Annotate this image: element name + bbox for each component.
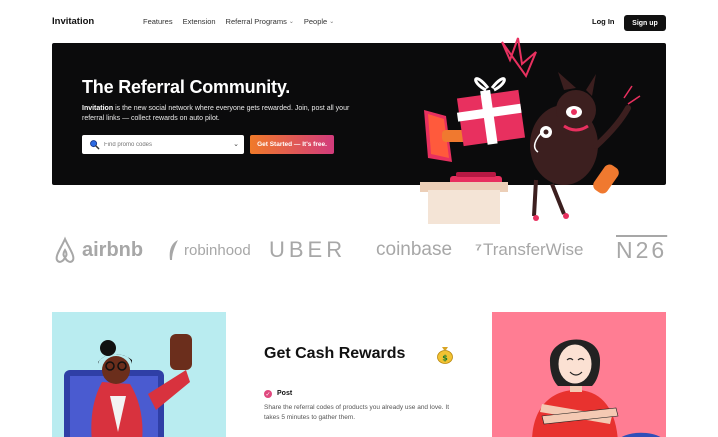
logo-coinbase: coinbase: [376, 232, 452, 268]
chevron-down-icon: ⌄: [288, 19, 294, 25]
gift-icon: [456, 77, 526, 147]
logo-label: robinhood: [184, 241, 251, 259]
hero-illustration: [420, 37, 641, 224]
feature-label: Post: [277, 390, 293, 397]
logo-label: airbnb: [82, 238, 144, 261]
nav-link-extension[interactable]: Extension: [183, 17, 216, 26]
signup-button[interactable]: Sign up: [624, 15, 666, 31]
login-link[interactable]: Log In: [592, 17, 615, 26]
transferwise-icon: ⁷: [475, 240, 483, 259]
chevron-down-icon[interactable]: ⌄: [233, 140, 239, 148]
brand-logo[interactable]: Invitation: [52, 16, 94, 27]
hero-title: The Referral Community.: [82, 77, 291, 97]
illustration-card-right: [492, 312, 666, 437]
logo-label: coinbase: [376, 239, 453, 260]
cat-illustration: [530, 72, 641, 221]
logo-transferwise: ⁷ TransferWise: [475, 232, 583, 268]
logo-label: N26: [616, 236, 668, 263]
woman-illustration: [532, 339, 661, 437]
person-illustration: [64, 334, 192, 437]
airbnb-icon: [55, 236, 75, 263]
nav-link-referral-programs[interactable]: Referral Programs ⌄: [226, 17, 294, 26]
nav-link-label: Referral Programs: [225, 17, 287, 26]
chevron-down-icon: ⌄: [329, 19, 335, 25]
logo-robinhood: robinhood: [166, 232, 251, 268]
nav-link-people[interactable]: People ⌄: [304, 17, 334, 26]
nav-link-label: Features: [143, 17, 173, 26]
logo-airbnb: airbnb: [52, 232, 143, 268]
nav-link-features[interactable]: Features: [143, 17, 173, 26]
logo-n26: N26: [616, 232, 667, 268]
logo-label: UBER: [269, 237, 347, 262]
illustration-card-left: [52, 312, 226, 437]
nav-links: Features Extension Referral Programs ⌄ Pe…: [143, 17, 334, 26]
feature-description: Share the referral codes of products you…: [264, 404, 449, 421]
svg-text:$: $: [442, 354, 448, 363]
feather-icon: [169, 240, 178, 260]
promo-search[interactable]: ⌄: [82, 135, 244, 154]
logo-uber: UBER: [269, 232, 346, 268]
nav-link-label: Extension: [182, 17, 216, 26]
get-started-button[interactable]: Get Started — It's free.: [250, 135, 334, 154]
logo-label: TransferWise: [483, 240, 584, 259]
nav-link-label: People: [303, 17, 328, 26]
hero-brand-name: Invitation: [82, 105, 114, 112]
search-icon: [90, 140, 100, 150]
hero-description: Invitation is the new social network whe…: [82, 104, 352, 124]
section-title: Get Cash Rewards: [264, 345, 406, 362]
search-input[interactable]: [104, 138, 224, 151]
money-bag-icon: $: [437, 347, 453, 364]
partner-logos: airbnb robinhood UBER coinbase ⁷ Transfe…: [52, 232, 666, 268]
hero-description-text: is the new social network where everyone…: [82, 105, 350, 122]
check-icon: ✓: [264, 390, 272, 398]
